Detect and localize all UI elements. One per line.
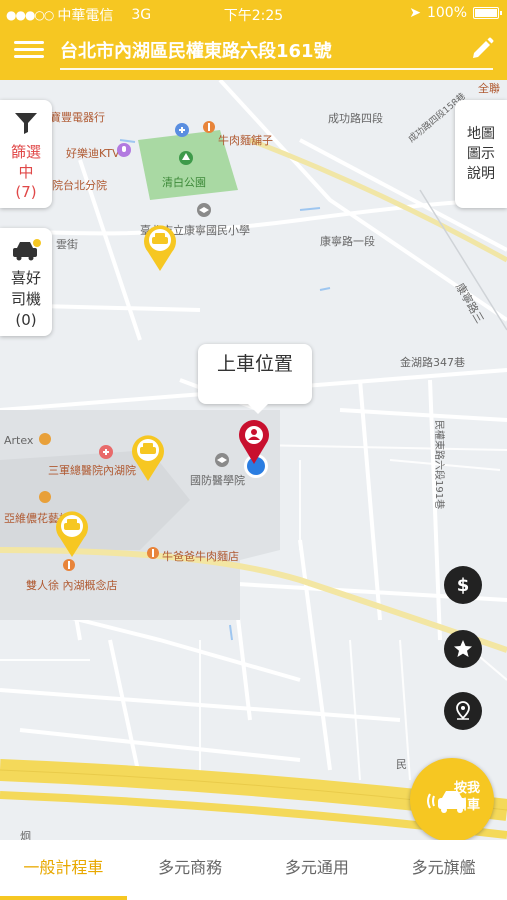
status-bar: ●●●○○ 中華電信 3G 下午2:25 ➤ 100% [0,0,507,26]
tab-standard-taxi[interactable]: 一般計程車 [0,840,127,900]
map-label-kangning-road: 康寧路一段 [320,235,375,248]
pickup-tooltip: 上車位置 [198,344,312,414]
map-label-artex: Artex [4,434,34,447]
map-label-jinhu-road: 金湖路347巷 [400,356,465,369]
map-label-niu-ba-ba: 牛爸爸牛肉麵店 [162,550,239,563]
hamburger-icon[interactable] [14,37,46,65]
college-poi-icon [215,453,229,467]
map-label-xu-neihu: 雙人徐 內湖概念店 [26,579,118,592]
map-label-chenggong-road: 成功路四段 [328,112,383,125]
xu-neihu-poi-icon [63,559,75,571]
niu-ba-ba-poi-icon [147,547,159,559]
dollar-icon[interactable]: $ [444,566,482,604]
map-label-tri-hospital: 三軍總醫院內湖院 [48,464,136,477]
filter-button[interactable]: 篩選 中 (7) [0,100,52,208]
school-poi-icon [197,203,211,217]
map-view[interactable]: 寶豐電器行 好樂迪KTV 院台北分院 清白公園 臺北市立康寧國民小學 牛肉麵舖子… [0,80,507,840]
app-header: 台北市內湖區民權東路六段161號 [0,26,507,80]
map-label-beef-noodle: 牛肉麵舖子 [218,134,273,147]
map-label-park: 清白公園 [162,176,206,189]
taxi-marker-3-icon[interactable] [54,508,90,558]
taxi-marker-1-icon[interactable] [142,222,178,272]
park-tree-icon [179,151,193,165]
pencil-icon[interactable] [469,36,495,62]
tab-general[interactable]: 多元通用 [254,840,381,900]
map-label-yunjie: 雲街 [56,238,78,251]
legend-line-1: 地圖 [467,126,495,142]
tri-hospital-poi-icon [99,445,113,459]
call-taxi-button[interactable]: 按我 叫車 [410,758,494,842]
shop-poi-icon [39,491,51,503]
battery-percent: 100% [426,5,467,21]
taxi-marker-2-icon[interactable] [130,432,166,482]
map-label-ktv: 好樂迪KTV [66,147,120,160]
service-tabs: 一般計程車 多元商務 多元通用 多元旗艦 [0,840,507,900]
favorite-driver-button[interactable]: 喜好 司機 (0) [0,228,52,336]
map-label-min: 民 [396,758,407,771]
restaurant-poi-icon [203,121,215,133]
svg-text:$: $ [457,575,470,596]
battery-icon [473,7,502,19]
legend-line-2: 圖示 [467,146,495,162]
star-icon[interactable] [444,630,482,668]
tab-flagship[interactable]: 多元旗艦 [380,840,507,900]
funnel-icon [15,113,37,134]
app-root: ●●●○○ 中華電信 3G 下午2:25 ➤ 100% 台北市內湖區民權東路六段… [0,0,507,900]
location-arrow-icon: ➤ [409,5,421,21]
pickup-label: 上車位置 [216,353,293,375]
status-right: ➤ 100% [409,5,502,21]
ktv-poi-icon [117,143,131,157]
pickup-address-field[interactable]: 台北市內湖區民權東路六段161號 [60,37,332,63]
taxi-star-icon [13,239,41,261]
address-underline [60,68,493,70]
map-label-jiu: 炯 [20,830,31,840]
call-taxi-label: 按我 叫車 [454,781,481,813]
favorite-driver-label: 喜好 司機 (0) [10,269,41,329]
hospital-poi-icon [175,123,189,137]
filter-label: 篩選 中 (7) [10,143,41,201]
tab-business[interactable]: 多元商務 [127,840,254,900]
map-label-hospital-branch: 院台北分院 [52,179,107,192]
location-pin-icon[interactable] [444,692,482,730]
map-label-quanlian: 全聯 [478,82,500,95]
artex-poi-icon [39,433,51,445]
pickup-pin-icon[interactable] [234,418,274,482]
map-label-store: 寶豐電器行 [50,111,105,124]
map-legend-button[interactable]: 地圖 圖示 說明 [455,100,507,208]
map-label-minquan-lane: 民權東路六段191巷 [433,420,444,510]
legend-line-3: 說明 [467,166,495,182]
